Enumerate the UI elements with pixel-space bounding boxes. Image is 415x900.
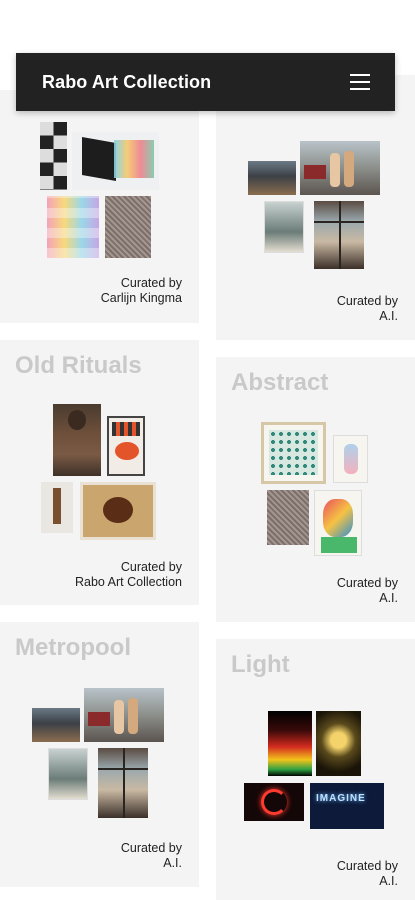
curator-label: Curated by A.I. <box>121 841 182 871</box>
portrait-man-photo <box>53 404 101 476</box>
checkerboard-artwork <box>40 122 67 190</box>
interior-window-photo <box>98 748 148 818</box>
lamp-light-artwork <box>316 711 361 776</box>
curator-name: A.I. <box>379 874 398 888</box>
collection-card-abstract[interactable]: Abstract Curated by A.I. <box>216 357 415 622</box>
city-aerial-photo <box>32 708 80 742</box>
street-dancers-photo <box>84 688 164 742</box>
curator-name: Rabo Art Collection <box>74 575 182 589</box>
collection-card-metropool[interactable]: Metropool Curated by A.I. <box>0 622 199 887</box>
dark-block-artwork <box>72 132 159 190</box>
statue-photo <box>41 482 73 533</box>
rainbow-light-artwork <box>268 711 312 776</box>
street-dancers-photo <box>300 141 380 195</box>
curator-label: Curated by A.I. <box>337 576 398 606</box>
color-grid-artwork <box>47 196 99 258</box>
curator-prefix: Curated by <box>336 294 398 308</box>
collection-title: Abstract <box>231 369 329 396</box>
curator-name: A.I. <box>163 856 182 870</box>
curator-name: A.I. <box>379 591 398 605</box>
city-aerial-photo <box>248 161 296 195</box>
skyscraper-photo <box>264 201 304 253</box>
colorful-face-artwork <box>314 490 362 556</box>
curator-prefix: Curated by <box>120 841 182 855</box>
textured-grey-artwork <box>267 490 309 545</box>
red-neon-circle-artwork <box>244 783 304 821</box>
textured-grey-artwork <box>105 196 151 258</box>
curator-label: Curated by A.I. <box>337 859 398 889</box>
curator-label: Curated by Carlijn Kingma <box>101 276 182 306</box>
curator-label: Curated by A.I. <box>337 294 398 324</box>
collection-card-light[interactable]: Light IMAGINE Curated by A.I. <box>216 639 415 900</box>
framed-carpet-artwork <box>80 482 156 540</box>
curator-prefix: Curated by <box>120 276 182 290</box>
collection-title: Light <box>231 651 290 678</box>
skyscraper-photo <box>48 748 88 800</box>
curator-prefix: Curated by <box>336 576 398 590</box>
curator-prefix: Curated by <box>336 859 398 873</box>
collection-title: Old Rituals <box>15 352 142 379</box>
imagine-neon-artwork: IMAGINE <box>310 783 384 829</box>
orange-pattern-artwork <box>107 416 145 476</box>
watercolor-figure-artwork <box>333 435 368 483</box>
hamburger-menu-icon[interactable] <box>350 74 370 90</box>
curator-label: Curated by Rabo Art Collection <box>75 560 182 590</box>
curator-name: Carlijn Kingma <box>100 291 182 305</box>
collection-card-urban[interactable]: Curated by A.I. <box>216 75 415 340</box>
green-dot-pattern-artwork <box>261 422 326 484</box>
collection-title: Metropool <box>15 634 131 661</box>
app-title[interactable]: Rabo Art Collection <box>42 72 211 93</box>
collection-card-kingma[interactable]: Curated by Carlijn Kingma <box>0 90 199 323</box>
collection-card-old-rituals[interactable]: Old Rituals Curated by Rabo Art Collecti… <box>0 340 199 605</box>
interior-window-photo <box>314 201 364 269</box>
curator-name: A.I. <box>379 309 398 323</box>
curator-prefix: Curated by <box>120 560 182 574</box>
app-header: Rabo Art Collection <box>16 53 395 111</box>
